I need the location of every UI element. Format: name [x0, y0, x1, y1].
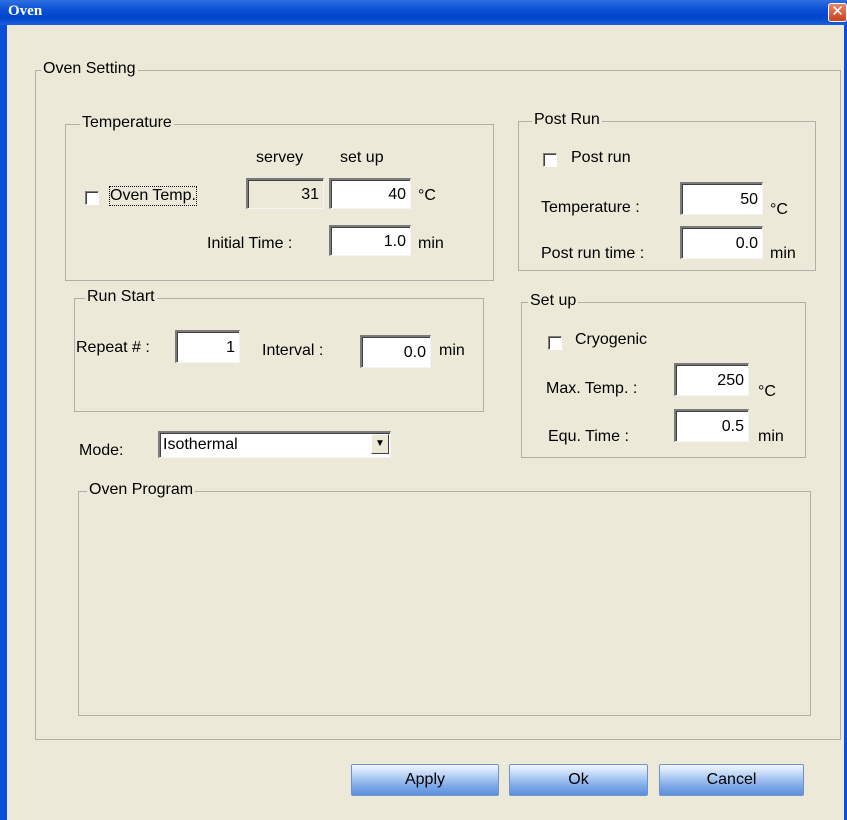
- apply-button[interactable]: Apply: [351, 764, 499, 796]
- initial-time-input[interactable]: 1.0: [329, 225, 411, 256]
- servey-value-field: 31: [246, 178, 324, 209]
- post-run-time-input[interactable]: 0.0: [680, 226, 763, 259]
- post-run-temperature-label: Temperature :: [541, 199, 640, 216]
- interval-unit: min: [439, 342, 465, 359]
- oven-program-legend: Oven Program: [87, 481, 196, 499]
- temperature-legend: Temperature: [80, 114, 174, 132]
- cancel-button[interactable]: Cancel: [659, 764, 804, 796]
- setup-temp-input[interactable]: 40: [329, 178, 411, 209]
- max-temp-unit: °C: [758, 383, 776, 400]
- setup-legend: Set up: [528, 292, 579, 310]
- interval-input[interactable]: 0.0: [360, 335, 431, 368]
- mode-select[interactable]: Isothermal ▼: [158, 431, 391, 458]
- window-title: Oven: [8, 3, 43, 19]
- post-run-checkbox[interactable]: [543, 153, 557, 167]
- mode-label: Mode:: [79, 442, 124, 459]
- oven-temp-label[interactable]: Oven Temp.: [109, 186, 197, 206]
- initial-time-unit: min: [418, 235, 444, 252]
- post-run-temp-unit: °C: [770, 201, 788, 218]
- post-run-temperature-input[interactable]: 50: [680, 182, 763, 215]
- max-temp-label: Max. Temp. :: [546, 380, 638, 397]
- equ-time-input[interactable]: 0.5: [674, 409, 749, 442]
- max-temp-input[interactable]: 250: [674, 363, 749, 396]
- mode-selected-value: Isothermal: [163, 436, 238, 453]
- oven-program-group: Oven Program: [78, 481, 811, 716]
- close-icon[interactable]: ✕: [828, 3, 847, 22]
- interval-label: Interval :: [262, 342, 324, 359]
- post-run-label[interactable]: Post run: [571, 149, 631, 167]
- oven-temp-checkbox[interactable]: [85, 191, 99, 205]
- repeat-input[interactable]: 1: [175, 330, 240, 363]
- temp-unit: °C: [418, 187, 436, 204]
- repeat-label: Repeat # :: [76, 339, 150, 356]
- ok-button[interactable]: Ok: [509, 764, 648, 796]
- dialog-body: Oven Setting Temperature servey set up O…: [0, 25, 847, 820]
- chevron-down-icon[interactable]: ▼: [371, 434, 389, 454]
- initial-time-label: Initial Time :: [207, 235, 293, 252]
- oven-setting-legend: Oven Setting: [41, 60, 138, 78]
- cryogenic-checkbox[interactable]: [548, 336, 562, 350]
- cryogenic-label[interactable]: Cryogenic: [575, 331, 647, 349]
- equ-time-label: Equ. Time :: [548, 428, 629, 445]
- post-run-legend: Post Run: [532, 111, 602, 129]
- post-run-time-unit: min: [770, 245, 796, 262]
- run-start-legend: Run Start: [85, 288, 157, 306]
- post-run-time-label: Post run time :: [541, 245, 645, 262]
- servey-header: servey: [256, 149, 304, 166]
- equ-time-unit: min: [758, 428, 784, 445]
- setup-header: set up: [340, 149, 384, 166]
- title-bar: Oven ✕: [0, 0, 847, 25]
